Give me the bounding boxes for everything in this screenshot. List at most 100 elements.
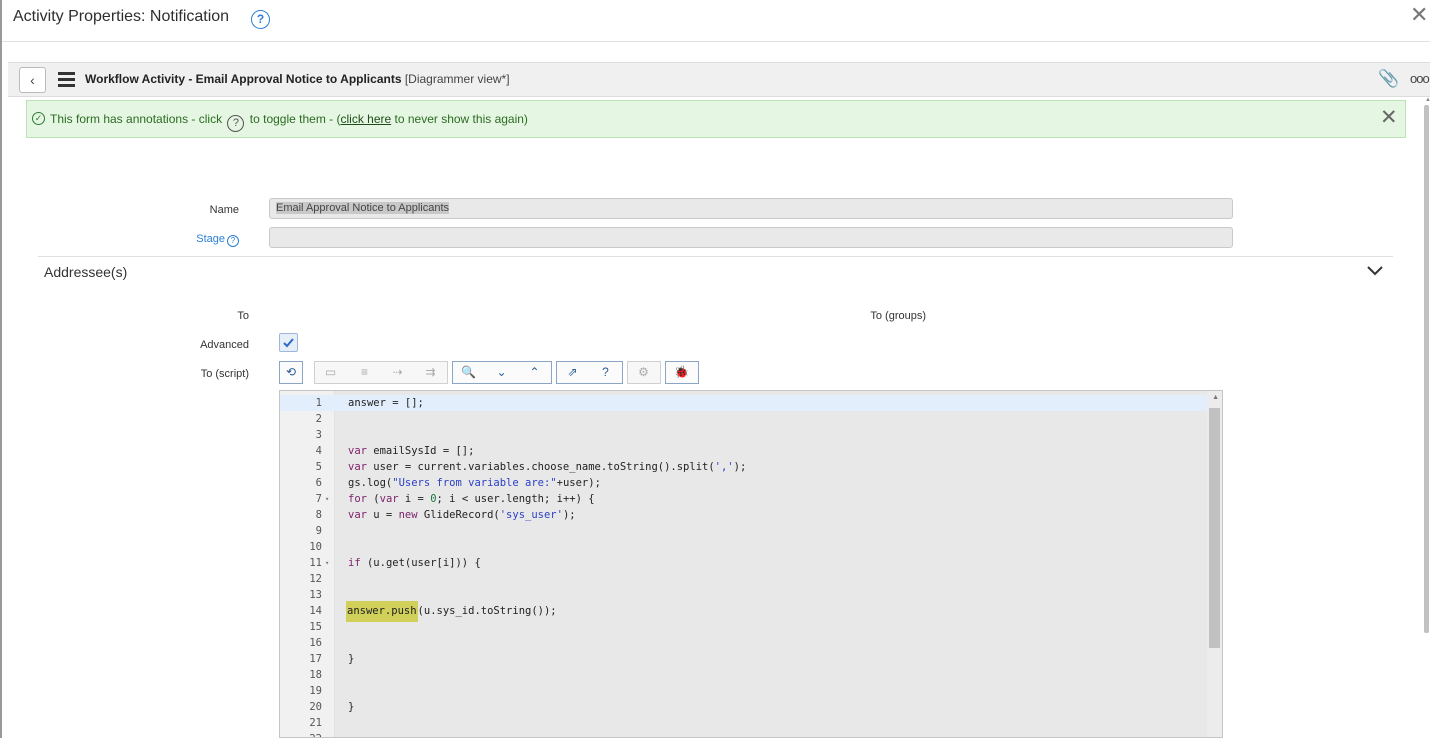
close-icon[interactable]: ✕ — [1380, 105, 1398, 130]
form-view-name: [Diagrammer view*] — [404, 72, 510, 86]
comment-icon[interactable]: ▭ — [314, 361, 347, 384]
line-number: 13 — [309, 589, 322, 601]
line-number: 3 — [315, 429, 322, 441]
help-icon[interactable]: ? — [589, 361, 622, 384]
line-number: 11 — [309, 557, 322, 569]
code-line[interactable]: 12 — [280, 571, 1207, 587]
code-line[interactable]: 9 — [280, 523, 1207, 539]
line-number: 21 — [309, 717, 322, 729]
code-line[interactable]: 19 — [280, 683, 1207, 699]
page-scrollbar[interactable] — [1424, 105, 1429, 633]
window-edge — [0, 0, 2, 738]
divider — [38, 256, 1393, 257]
name-label: Name — [209, 204, 239, 216]
code-text: var emailSysId = []; — [348, 445, 475, 457]
code-line[interactable]: 15 — [280, 619, 1207, 635]
editor-scrollbar[interactable]: ▲ — [1207, 391, 1222, 737]
line-number: 6 — [315, 477, 322, 489]
line-number: 10 — [309, 541, 322, 553]
line-number: 19 — [309, 685, 322, 697]
fold-arrow-icon[interactable]: ▾ — [325, 555, 329, 571]
close-icon[interactable]: ✕ — [1410, 2, 1428, 28]
never-show-link[interactable]: click here — [340, 112, 391, 126]
name-field[interactable]: Email Approval Notice to Applicants — [269, 198, 1233, 219]
code-line[interactable]: 21 — [280, 715, 1207, 731]
line-number: 7 — [315, 493, 322, 505]
code-line[interactable]: 4 var emailSysId = []; — [280, 443, 1207, 459]
replace-icon[interactable]: ⇢ — [381, 361, 414, 384]
line-number: 9 — [315, 525, 322, 537]
banner-text-1: This form has annotations - click — [50, 112, 223, 126]
banner-text-3: to never show this again) — [394, 112, 528, 126]
chevron-down-icon[interactable]: ⌄ — [485, 361, 518, 384]
advanced-checkbox[interactable] — [279, 333, 298, 352]
line-number: 15 — [309, 621, 322, 633]
code-line[interactable]: 1 answer = []; — [280, 395, 1207, 411]
line-number: 8 — [315, 509, 322, 521]
search-icon[interactable]: 🔍 — [452, 361, 485, 384]
code-text: for (var i = 0; i < user.length; i++) { — [348, 493, 595, 505]
advanced-label: Advanced — [200, 339, 249, 351]
scroll-up-icon[interactable]: ▲ — [1425, 97, 1430, 103]
line-number: 17 — [309, 653, 322, 665]
stage-label[interactable]: Stage? — [170, 233, 239, 247]
code-line[interactable]: 11 ▾ if (u.get(user[i])) { — [280, 555, 1207, 571]
stage-field[interactable] — [269, 227, 1233, 248]
code-line[interactable]: 6 gs.log("Users from variable are:"+user)… — [280, 475, 1207, 491]
debug-icon[interactable]: 🐞 — [665, 361, 698, 384]
code-text: } — [348, 653, 355, 665]
line-number: 1 — [315, 397, 322, 409]
format-code-icon[interactable]: ⟲ — [279, 361, 303, 384]
code-line[interactable]: 13 — [280, 587, 1207, 603]
to-script-label: To (script) — [200, 368, 249, 380]
chevron-up-icon[interactable]: ⌃ — [518, 361, 551, 384]
code-line[interactable]: 8 var u = new GlideRecord('sys_user'); — [280, 507, 1207, 523]
form-header: ‹ Workflow Activity - Email Approval Not… — [8, 62, 1430, 97]
paperclip-icon[interactable]: 📎 — [1378, 69, 1399, 89]
code-text: var user = current.variables.choose_name… — [348, 461, 747, 473]
dialog-title: Activity Properties: Notification — [13, 8, 230, 25]
line-number: 5 — [315, 461, 322, 473]
question-circle-icon[interactable]: ? — [251, 10, 270, 29]
form-title: Workflow Activity - Email Approval Notic… — [85, 72, 510, 86]
name-value: Email Approval Notice to Applicants — [276, 202, 450, 214]
question-circle-icon[interactable]: ? — [227, 235, 239, 247]
align-icon[interactable]: ≡ — [348, 361, 381, 384]
code-lines[interactable]: 1 answer = []; 2 3 4 var emailSysId = []; 5 var… — [280, 391, 1207, 737]
form-title-text: Workflow Activity - Email Approval Notic… — [85, 72, 402, 86]
code-line[interactable]: 5 var user = current.variables.choose_nam… — [280, 459, 1207, 475]
hamburger-menu-icon[interactable] — [58, 72, 75, 90]
script-editor[interactable]: 1 answer = []; 2 3 4 var emailSysId = []; 5 var… — [279, 390, 1223, 738]
check-circle-icon: ✓ — [32, 112, 45, 125]
code-line[interactable]: 14 answer.push(u.sys_id.toString()); — [280, 601, 1207, 622]
scroll-up-icon[interactable]: ▲ — [1212, 394, 1219, 401]
stage-label-text: Stage — [196, 233, 225, 245]
replace-all-icon[interactable]: ⇉ — [414, 361, 447, 384]
line-number: 22 — [280, 731, 322, 737]
code-line[interactable]: 22 — [280, 731, 1207, 737]
back-button[interactable]: ‹ — [19, 67, 46, 93]
code-line[interactable]: 2 — [280, 411, 1207, 427]
fold-arrow-icon[interactable]: ▾ — [325, 491, 329, 507]
fullscreen-icon[interactable]: ⇗ — [556, 361, 589, 384]
annotation-banner: ✓ This form has annotations - click ? to… — [26, 100, 1406, 138]
code-text: gs.log("Users from variable are:"+user); — [348, 477, 601, 489]
code-line[interactable]: 17} — [280, 651, 1207, 667]
line-number: 14 — [309, 605, 322, 617]
banner-text-2: to toggle them - ( — [249, 112, 341, 126]
more-options-button[interactable]: ooo — [1410, 71, 1430, 86]
line-number: 16 — [309, 637, 322, 649]
code-line[interactable]: 7 ▾ for (var i = 0; i < user.length; i++) … — [280, 491, 1207, 507]
check-syntax-icon[interactable]: ⚙ — [627, 361, 660, 384]
scrollbar-thumb[interactable] — [1209, 408, 1220, 648]
chevron-down-icon[interactable] — [1366, 262, 1384, 280]
code-line[interactable]: 10 — [280, 539, 1207, 555]
code-line[interactable]: 20} — [280, 699, 1207, 715]
code-line[interactable]: 16 — [280, 635, 1207, 651]
code-line[interactable]: 3 — [280, 427, 1207, 443]
line-number: 12 — [309, 573, 322, 585]
divider — [2, 41, 1430, 42]
banner-message: This form has annotations - click ? to t… — [50, 112, 528, 132]
code-line[interactable]: 18 — [280, 667, 1207, 683]
annotation-toggle-icon[interactable]: ? — [227, 115, 245, 132]
